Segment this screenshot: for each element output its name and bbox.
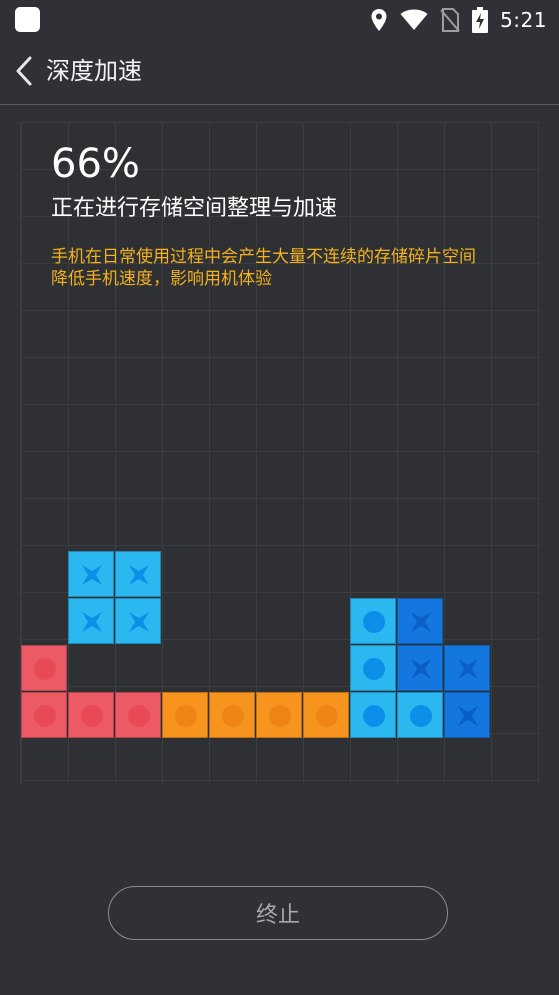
storage-block [350, 692, 396, 738]
tip-line-2: 降低手机速度，影响用机体验 [51, 269, 272, 289]
location-icon [371, 9, 387, 31]
wifi-icon [400, 9, 428, 30]
page-title: 深度加速 [46, 57, 142, 85]
title-bar: 深度加速 [0, 40, 559, 105]
storage-block [115, 551, 161, 597]
storage-block [303, 692, 349, 738]
storage-block [21, 645, 67, 691]
storage-block [397, 645, 443, 691]
stop-button[interactable]: 终止 [108, 886, 448, 940]
storage-block [162, 692, 208, 738]
battery-charging-icon [472, 7, 489, 33]
storage-block [115, 598, 161, 644]
storage-block [444, 692, 490, 738]
storage-block [21, 692, 67, 738]
storage-block [350, 598, 396, 644]
no-sim-icon [440, 8, 460, 32]
progress-percent: 66% [51, 141, 140, 187]
tip-text: 手机在日常使用过程中会产生大量不连续的存储碎片空间 降低手机速度，影响用机体验 [51, 246, 541, 290]
storage-block [209, 692, 255, 738]
storage-block [444, 645, 490, 691]
progress-status: 正在进行存储空间整理与加速 [51, 196, 338, 221]
app-icon [15, 7, 40, 32]
storage-block [397, 692, 443, 738]
storage-block [256, 692, 302, 738]
storage-block [397, 598, 443, 644]
storage-block [350, 645, 396, 691]
chevron-left-icon[interactable] [10, 54, 40, 88]
status-time: 5:21 [500, 8, 547, 32]
status-icons: 5:21 [370, 6, 547, 34]
status-bar: 5:21 [0, 0, 559, 40]
storage-block [68, 598, 114, 644]
storage-block [68, 551, 114, 597]
tip-line-1: 手机在日常使用过程中会产生大量不连续的存储碎片空间 [51, 247, 476, 267]
storage-block [115, 692, 161, 738]
storage-block [68, 692, 114, 738]
